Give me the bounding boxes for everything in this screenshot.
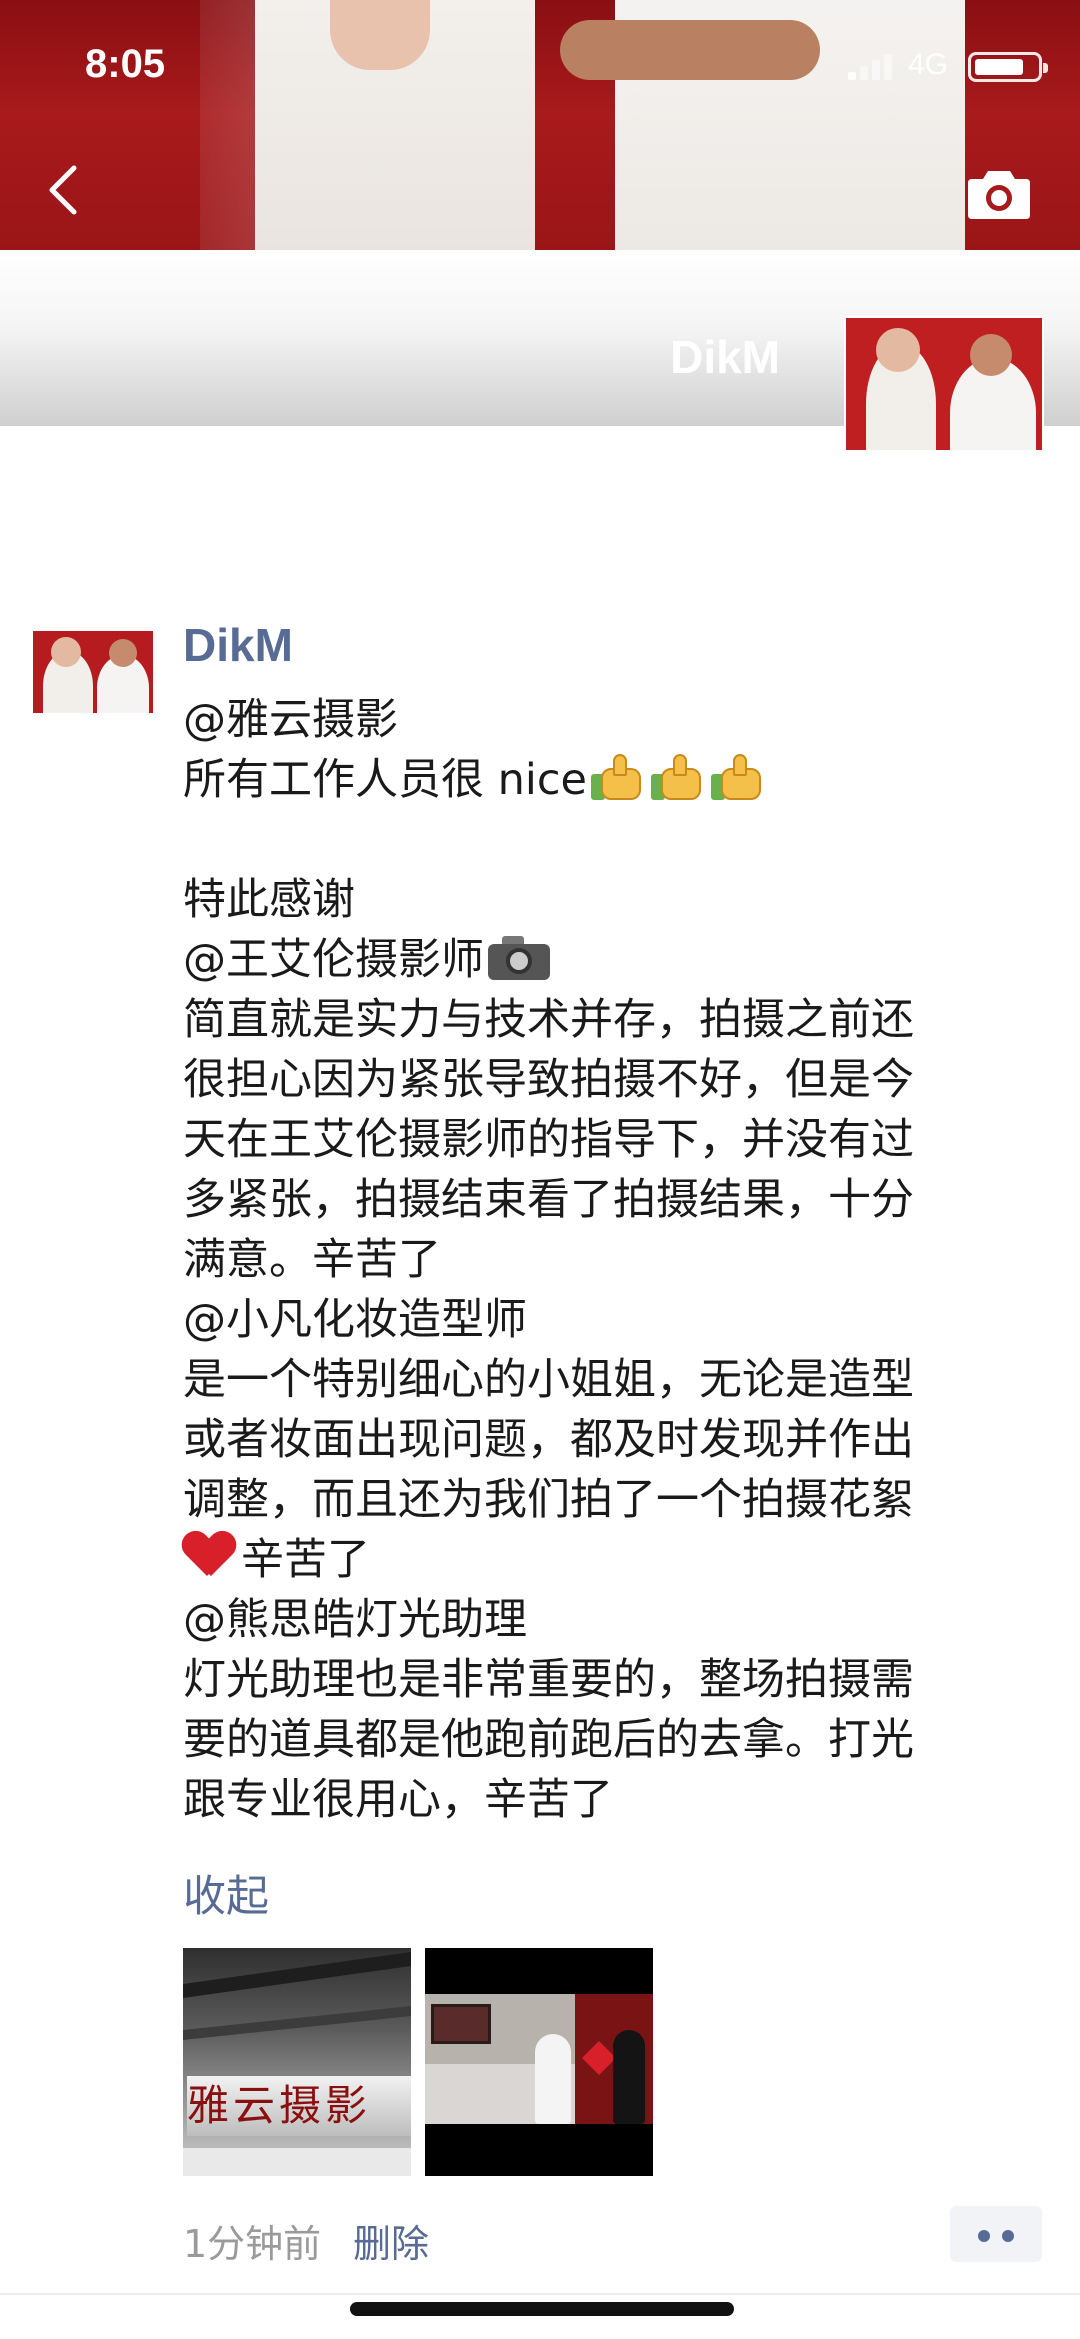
- thumbs-up-icon: [650, 752, 707, 802]
- post-author-name[interactable]: DikM: [183, 618, 293, 672]
- cover-groom-arms: [560, 20, 820, 80]
- collapse-link[interactable]: 收起: [183, 1862, 269, 1924]
- post-line: 是一个特别细心的小姐姐，无论是造型: [183, 1355, 914, 1405]
- post-line: 满意。辛苦了: [183, 1235, 441, 1285]
- home-indicator[interactable]: [350, 2302, 734, 2316]
- photo-sign-text: 雅云摄影: [187, 2076, 411, 2136]
- camera-emoji-icon: [488, 936, 550, 980]
- post-line: @王艾伦摄影师: [183, 930, 1053, 990]
- photo-groom: [613, 2030, 645, 2124]
- more-options-button[interactable]: [950, 2206, 1042, 2262]
- post-photo-2[interactable]: [425, 1948, 653, 2176]
- chevron-left-icon[interactable]: [40, 160, 90, 220]
- battery-icon: [968, 52, 1048, 82]
- thumbs-up-icon: [590, 752, 647, 802]
- post-divider: [0, 2293, 1080, 2295]
- post-line: 多紧张，拍摄结束看了拍摄结果，十分: [183, 1175, 914, 1225]
- red-heart-icon: [183, 1532, 235, 1580]
- delete-button[interactable]: 删除: [353, 2213, 429, 2268]
- network-type: 4G: [908, 48, 949, 81]
- post-line: 灯光助理也是非常重要的，整场拍摄需: [183, 1655, 914, 1705]
- post-line: 所有工作人员很 nice: [183, 750, 1053, 810]
- avatar-bride-face: [876, 328, 920, 372]
- signal-icon: [848, 52, 896, 80]
- post-time: 1分钟前: [183, 2222, 322, 2266]
- photo-scene: [425, 1994, 653, 2124]
- battery-level: [975, 59, 1023, 75]
- cover-user-name: DikM: [670, 331, 780, 383]
- post-line: @雅云摄影: [183, 695, 398, 745]
- cover-avatar[interactable]: [844, 316, 1044, 452]
- post-line: @小凡化妆造型师: [183, 1295, 527, 1345]
- cover-bride-hands: [330, 0, 430, 70]
- post-line-blank: [183, 810, 1053, 870]
- camera-icon[interactable]: [966, 165, 1032, 221]
- post-line: 跟专业很用心，辛苦了: [183, 1775, 613, 1825]
- post-line: @熊思皓灯光助理: [183, 1595, 527, 1645]
- post-line: 辛苦了: [183, 1530, 1053, 1590]
- post-line: 要的道具都是他跑前跑后的去拿。打光: [183, 1715, 914, 1765]
- post-line: 特此感谢: [183, 875, 355, 925]
- post-line: 或者妆面出现问题，都及时发现并作出: [183, 1415, 914, 1465]
- post-author-avatar[interactable]: [33, 631, 153, 713]
- more-dot-icon: [1002, 2230, 1014, 2242]
- post-line: 调整，而且还为我们拍了一个拍摄花絮: [183, 1475, 914, 1525]
- post-line: 天在王艾伦摄影师的指导下，并没有过: [183, 1115, 914, 1165]
- photo-bride: [535, 2034, 571, 2124]
- post-line: 简直就是实力与技术并存，拍摄之前还: [183, 995, 914, 1045]
- status-time: 8:05: [85, 42, 166, 86]
- post-photo-1[interactable]: 雅云摄影: [183, 1948, 411, 2176]
- avatar-groom-face: [970, 334, 1012, 376]
- more-dot-icon: [978, 2230, 990, 2242]
- thumbs-up-icon: [710, 752, 767, 802]
- post-text: @雅云摄影 所有工作人员很 nice 特此感谢 @王艾伦摄影师 简直就是实力与技…: [183, 690, 1053, 1830]
- post-line: 很担心因为紧张导致拍摄不好，但是今: [183, 1055, 914, 1105]
- cover-photo[interactable]: [0, 0, 1080, 250]
